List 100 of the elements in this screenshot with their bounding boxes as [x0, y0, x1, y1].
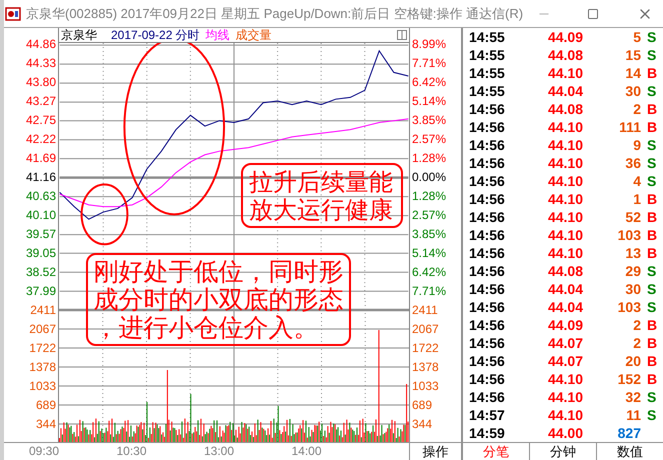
percent-axis-label: 1.28% [412, 190, 446, 202]
volume-axis-label: 2411 [30, 304, 56, 316]
price-axis-label: 44.86 [26, 38, 56, 50]
bottom-tab[interactable]: 数值 [596, 443, 663, 460]
trade-volume: 15 [624, 48, 641, 62]
trade-side: S [647, 48, 656, 62]
price-axis-label: 40.63 [26, 190, 56, 202]
trade-side: B [647, 354, 658, 368]
trade-price: 44.08 [546, 48, 583, 62]
trade-price: 44.04 [546, 282, 583, 296]
volume-axis-label: 1378 [412, 361, 439, 373]
trade-price: 44.10 [546, 372, 583, 386]
trade-price: 44.10 [546, 138, 583, 152]
stock-name: 京泉华 [61, 29, 97, 41]
trade-price: 44.04 [546, 300, 583, 314]
trade-volume: 2 [632, 336, 641, 350]
price-axis-label: 43.80 [26, 76, 56, 88]
trade-time: 14:57 [469, 408, 506, 422]
time-axis-label: 09:30 [28, 445, 59, 457]
trade-volume: 11 [625, 408, 641, 422]
volume-axis-label: 344 [412, 418, 432, 430]
maximize-icon[interactable] [587, 8, 599, 20]
trade-side: S [647, 282, 656, 296]
trade-side: B [647, 120, 658, 134]
volume-axis-label: 2067 [412, 323, 439, 335]
volume-axis-label: 2067 [29, 323, 56, 335]
volume-axis-label: 1722 [412, 342, 439, 354]
bottom-tab[interactable]: 分笔 [463, 443, 529, 460]
time-axis-label: 13:00 [204, 445, 234, 457]
trade-price: 44.08 [546, 102, 583, 116]
trade-time: 14:56 [469, 138, 506, 152]
trade-side: B [647, 246, 658, 260]
trade-side: B [647, 372, 658, 386]
price-axis-label: 42.75 [26, 114, 56, 126]
trade-volume: 52 [624, 210, 641, 224]
trade-side: B [647, 192, 658, 206]
trade-volume: 9 [632, 138, 641, 152]
volume-axis-label: 344 [36, 418, 56, 430]
trade-volume: 30 [624, 282, 641, 296]
trade-price: 44.00 [546, 426, 583, 440]
percent-axis-label: 3.85% [412, 228, 446, 240]
percent-axis-label: 2.57% [412, 133, 446, 146]
percent-axis-label: 6.42% [412, 266, 446, 278]
percent-axis-label: 1.28% [412, 152, 446, 164]
trade-time: 14:56 [469, 156, 506, 170]
trade-volume: 103 [616, 228, 641, 242]
trade-volume: 5 [632, 30, 641, 44]
price-axis-label: 38.52 [26, 266, 56, 278]
indicator-label: 成交量 [235, 29, 272, 41]
trade-volume: 2 [632, 102, 641, 116]
trade-time: 14:56 [469, 354, 506, 368]
trade-time: 14:56 [469, 102, 506, 116]
chart-date: 2017-09-22 [111, 29, 172, 41]
trade-volume: 103 [616, 300, 641, 314]
trade-side: S [647, 30, 656, 44]
trade-time: 14:56 [469, 120, 506, 134]
time-axis-label: 10:30 [116, 445, 146, 457]
percent-axis-label: 7.71% [412, 57, 446, 70]
trade-price: 44.10 [546, 120, 583, 134]
app-icon [5, 6, 21, 22]
percent-axis-label: 5.14% [412, 247, 446, 260]
volume-axis-label: 689 [36, 399, 56, 411]
trade-price: 44.09 [546, 30, 583, 44]
trade-volume: 1 [632, 192, 641, 206]
trade-side: B [647, 210, 658, 224]
price-axis-label: 43.27 [26, 95, 56, 108]
trade-volume: 20 [624, 354, 641, 368]
percent-axis-label: 3.85% [412, 114, 446, 126]
trade-time: 14:56 [469, 390, 506, 404]
trade-time: 14:55 [469, 48, 506, 62]
trade-price: 44.10 [546, 408, 583, 422]
price-axis-label: 41.16 [26, 171, 56, 184]
bottom-tab[interactable]: 操作 [409, 443, 461, 460]
trade-volume: 14 [624, 66, 641, 80]
trade-price: 44.08 [546, 264, 583, 278]
trade-time: 14:56 [469, 246, 506, 260]
volume-axis-label: 1378 [29, 361, 56, 373]
trade-time: 14:55 [469, 84, 506, 98]
trade-volume: 29 [624, 264, 641, 278]
trade-price: 44.09 [546, 318, 583, 332]
bottom-tab[interactable]: 分钟 [529, 443, 596, 460]
panel-toggle-icon[interactable] [397, 30, 407, 40]
note-text: 刚好处于低位，同时形成分时的小双底的形态，进行小仓位介入。 [94, 258, 344, 342]
window-title: 京泉华(002885) 2017年09月22日 星期五 PageUp/Down:前后日 空格键:操作 通达信(R) [26, 4, 524, 23]
price-axis-label: 42.22 [26, 133, 56, 146]
volume-axis-label: 689 [412, 399, 432, 411]
trade-volume: 36 [624, 156, 641, 170]
trade-price: 44.07 [546, 354, 583, 368]
price-axis-label: 37.99 [26, 285, 56, 298]
trade-side: S [647, 138, 656, 152]
trade-side: S [647, 84, 656, 98]
trade-volume: 32 [624, 390, 641, 404]
trade-price: 44.10 [546, 246, 583, 260]
trade-volume: 30 [624, 84, 641, 98]
trade-volume: 111 [618, 120, 641, 134]
trade-side: B [647, 228, 658, 242]
trade-price: 44.10 [546, 66, 583, 80]
trade-side: S [647, 174, 656, 188]
trade-time: 14:56 [469, 318, 506, 332]
percent-axis-label: 0.00% [412, 171, 446, 184]
